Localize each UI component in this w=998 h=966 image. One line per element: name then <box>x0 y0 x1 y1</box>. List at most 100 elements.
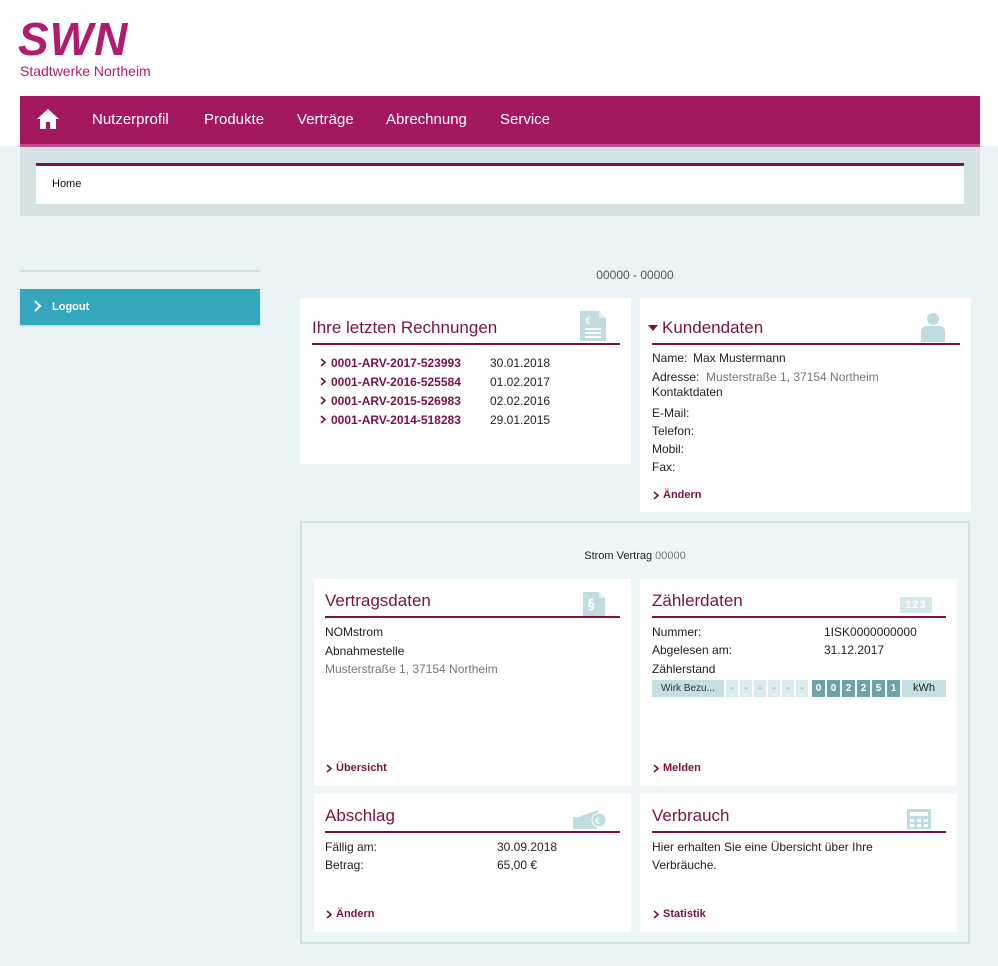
overview-link[interactable]: Übersicht <box>336 762 387 774</box>
product-name: NOMstrom <box>325 625 383 639</box>
svg-text:§: § <box>588 598 595 613</box>
contract-number: 00000 <box>655 550 686 562</box>
meter-digit: 2 <box>857 680 870 697</box>
meter-digit: 2 <box>842 680 855 697</box>
location-address: Musterstraße 1, 37154 Northeim <box>325 662 498 676</box>
meter-digit: 0 <box>812 680 825 697</box>
nav-item-produkte[interactable]: Produkte <box>204 111 264 128</box>
home-icon[interactable] <box>36 108 60 130</box>
brand-logo[interactable]: SWN <box>18 14 128 64</box>
title-rule <box>652 831 946 833</box>
title-rule <box>312 343 620 345</box>
breadcrumb-home[interactable]: Home <box>52 178 81 190</box>
amount: 65,00 € <box>497 858 538 872</box>
meter-digit-blank: - <box>782 680 794 697</box>
reading-label: Zählerstand <box>652 662 716 676</box>
register-label: Wirk Bezu... <box>652 680 724 697</box>
chevron-right-icon <box>34 300 42 312</box>
invoice-document-icon: € <box>580 311 606 341</box>
customer-address-label: Adresse: <box>652 370 700 384</box>
customer-name: Max Mustermann <box>693 351 786 365</box>
invoice-date: 29.01.2015 <box>490 413 551 427</box>
fax-label: Fax: <box>652 460 676 474</box>
chevron-right-icon <box>320 377 326 386</box>
report-reading-link[interactable]: Melden <box>663 762 701 774</box>
mobile-label: Mobil: <box>652 442 685 456</box>
installment-title: Abschlag <box>325 806 395 825</box>
customer-card: Kundendaten Name: Max Mustermann Adresse… <box>640 298 971 512</box>
chevron-right-icon <box>320 358 326 367</box>
invoice-link[interactable]: 0001-ARV-2017-523993 <box>331 356 461 370</box>
meter-digit-blank: - <box>740 680 752 697</box>
wallet-icon: € <box>573 810 607 829</box>
contract-title: Strom Vertrag 00000 <box>300 550 970 562</box>
meter-reading-display: Wirk Bezu... - - - - - - 0 0 2 2 5 1 kWh <box>652 680 946 697</box>
read-date-label: Abgelesen am: <box>652 643 733 657</box>
read-date: 31.12.2017 <box>824 643 885 657</box>
nav-item-abrechnung[interactable]: Abrechnung <box>386 111 467 128</box>
chevron-right-icon <box>653 910 659 919</box>
meter-digit-blank: - <box>768 680 780 697</box>
invoice-date: 30.01.2018 <box>490 356 551 370</box>
meter-title: Zählerdaten <box>652 591 743 610</box>
person-icon <box>921 313 945 342</box>
email-label: E-Mail: <box>652 406 690 420</box>
invoice-link[interactable]: 0001-ARV-2014-518283 <box>331 413 461 427</box>
customer-address: Musterstraße 1, 37154 Northeim <box>706 370 879 384</box>
consumption-text-line2: Verbräuche. <box>652 858 717 872</box>
nav-item-service[interactable]: Service <box>500 111 550 128</box>
title-rule <box>325 831 620 833</box>
logout-button[interactable]: Logout <box>20 289 260 325</box>
meter-digit: 0 <box>827 680 840 697</box>
invoice-date: 01.02.2017 <box>490 375 551 389</box>
logout-label: Logout <box>52 301 90 313</box>
contract-title-prefix: Strom Vertrag <box>584 550 653 562</box>
amount-label: Betrag: <box>325 858 364 872</box>
meter-digit-blank: - <box>796 680 808 697</box>
chevron-right-icon <box>320 415 326 424</box>
invoice-date: 02.02.2016 <box>490 394 551 408</box>
installment-edit-link[interactable]: Ändern <box>336 908 375 920</box>
svg-text:€: € <box>585 316 591 327</box>
due-date-label: Fällig am: <box>325 840 378 854</box>
sidebar-divider <box>20 270 260 272</box>
invoice-link[interactable]: 0001-ARV-2015-526983 <box>331 394 461 408</box>
invoices-card: Ihre letzten Rechnungen € 0001-ARV-2017-… <box>300 298 631 464</box>
account-range: 00000 - 00000 <box>596 268 674 282</box>
title-rule <box>325 616 620 618</box>
paragraph-document-icon: § <box>583 592 605 616</box>
calculator-icon <box>907 809 931 829</box>
title-rule <box>652 616 946 618</box>
breadcrumb: Home <box>36 163 964 204</box>
customer-edit-link[interactable]: Ändern <box>663 489 702 501</box>
contract-data-title: Vertragsdaten <box>325 591 431 610</box>
consumption-text-line1: Hier erhalten Sie eine Übersicht über Ih… <box>652 840 873 854</box>
phone-label: Telefon: <box>652 424 695 438</box>
installment-card: Abschlag € Fällig am: 30.09.2018 Betrag:… <box>314 794 631 932</box>
customer-name-label: Name: <box>652 351 688 365</box>
breadcrumb-bar: Home <box>20 148 980 216</box>
customer-title: Kundendaten <box>662 318 764 337</box>
chevron-right-icon <box>326 764 332 773</box>
consumption-card: Verbrauch Hier erhalten Sie eine Übersic… <box>640 794 957 932</box>
statistics-link[interactable]: Statistik <box>663 908 706 920</box>
chevron-right-icon <box>653 764 659 773</box>
chevron-right-icon <box>653 491 659 500</box>
nav-item-nutzerprofil[interactable]: Nutzerprofil <box>92 111 169 128</box>
chevron-right-icon <box>326 910 332 919</box>
nav-item-vertraege[interactable]: Verträge <box>297 111 354 128</box>
svg-text:€: € <box>595 817 601 827</box>
meter-digit-blank: - <box>726 680 738 697</box>
main-nav: Nutzerprofil Produkte Verträge Abrechnun… <box>20 96 980 147</box>
meter-digit: 1 <box>887 680 900 697</box>
consumption-title: Verbrauch <box>652 806 730 825</box>
title-rule <box>652 343 960 345</box>
location-label: Abnahmestelle <box>325 644 405 658</box>
brand-subtitle: Stadtwerke Northeim <box>20 63 151 79</box>
meter-number-label: Nummer: <box>652 625 702 639</box>
caret-down-icon[interactable] <box>648 325 658 332</box>
meter-digit-blank: - <box>754 680 766 697</box>
meter-digit: 5 <box>872 680 885 697</box>
contact-heading: Kontaktdaten <box>652 385 723 399</box>
invoice-link[interactable]: 0001-ARV-2016-525584 <box>331 375 461 389</box>
